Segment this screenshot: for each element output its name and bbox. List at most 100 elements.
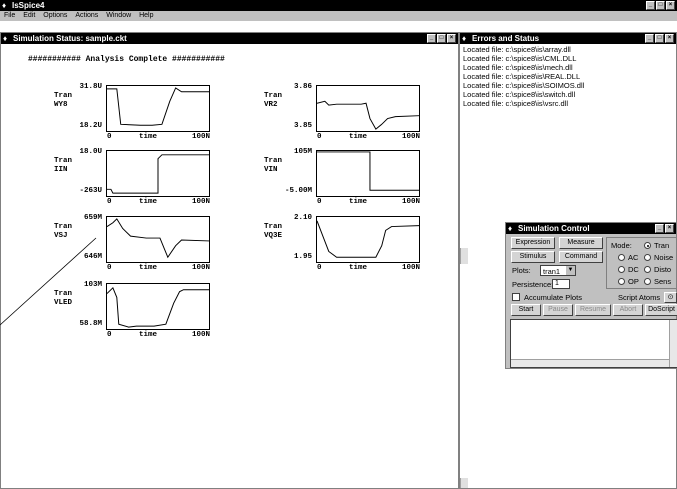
mode-radio-sens[interactable] [644,278,651,285]
plot-top-value: 105M [293,148,312,156]
menu-actions[interactable]: Actions [75,12,98,19]
scrollbar[interactable] [460,248,468,264]
plot-bottom-value: 58.8M [79,320,102,328]
pause-button[interactable]: Pause [543,304,573,316]
plot-bottom-value: 646M [83,253,102,261]
simulation-control-title-bar: ♦ Simulation Control _ × [506,223,676,234]
menu-options[interactable]: Options [43,12,67,19]
simulation-status-title-bar: ♦ Simulation Status: sample.ckt _ □ × [1,33,458,44]
plot-name-label: VR2 [264,101,278,109]
plot-top-value: 103M [83,281,102,289]
plots-label: Plots: [512,266,531,275]
plot-type-label: Tran [54,157,73,165]
mode-radio-disto[interactable] [644,266,651,273]
maximize-icon[interactable]: □ [655,34,664,43]
plot-x-end: 100N [192,264,211,272]
command-button[interactable]: Command [559,251,603,263]
mode-radio-ac[interactable] [618,254,625,261]
close-icon[interactable]: × [666,1,675,10]
simulation-status-title: Simulation Status: sample.ckt [13,34,127,43]
errors-status-title: Errors and Status [472,34,540,43]
waveform-vsj [106,218,210,259]
plot-vsj [106,216,210,263]
plot-x-end: 100N [192,198,211,206]
horizontal-scrollbar[interactable] [511,359,677,367]
accumulate-checkbox[interactable] [512,293,520,301]
plot-type-label: Tran [54,290,73,298]
close-icon[interactable]: × [447,34,456,43]
mode-label-dc: DC [628,265,639,274]
minimize-icon[interactable]: _ [655,224,664,233]
waveform-vin [317,151,419,191]
stimulus-button[interactable]: Stimulus [511,251,555,263]
plot-x-end: 100N [402,198,421,206]
window-icon: ♦ [508,224,513,233]
start-button[interactable]: Start [511,304,541,316]
chevron-down-icon[interactable]: ▼ [566,266,575,275]
plot-name-label: VLED [54,299,73,307]
mode-radio-noise[interactable] [644,254,651,261]
menu-help[interactable]: Help [139,12,153,19]
plots-select-value: tran1 [543,267,561,276]
close-icon[interactable]: × [665,34,674,43]
log-line: Located file: c:\spice8\is\mech.dll [463,63,573,72]
plot-top-value: 3.86 [293,83,312,91]
mode-label-sens: Sens [654,277,672,286]
plot-iin [106,150,210,197]
maximize-icon[interactable]: □ [656,1,665,10]
plot-x-label: time [349,198,368,206]
persistence-label: Persistence: [512,280,554,289]
menu-window[interactable]: Window [106,12,131,19]
waveform-vled [106,286,209,328]
plot-bottom-value: 1.95 [293,253,312,261]
plot-x-label: time [349,133,368,141]
script-atoms-button[interactable]: ⊙ [664,292,677,303]
plot-name-label: IIN [54,166,68,174]
simulation-control-window: ♦ Simulation Control _ × Expression Meas… [505,222,677,369]
mode-radio-dc[interactable] [618,266,625,273]
waveform-iin [107,154,209,194]
doscript-button[interactable]: DoScript [645,304,677,316]
persistence-input[interactable]: 1 [552,279,570,289]
mode-label-op: OP [628,277,639,286]
log-line: Located file: c:\spice8\is\REAL.DLL [463,72,581,81]
scrollbar[interactable] [460,478,468,488]
vertical-scrollbar[interactable] [669,320,677,367]
log-line: Located file: c:\spice8\is\switch.dll [463,90,576,99]
minimize-icon[interactable]: _ [646,1,655,10]
expression-button[interactable]: Expression [511,237,555,249]
plot-x-label: time [139,198,158,206]
waveform-svg [107,154,209,194]
minimize-icon[interactable]: _ [645,34,654,43]
plot-x-label: time [139,264,158,272]
measure-button[interactable]: Measure [559,237,603,249]
plot-type-label: Tran [264,92,283,100]
maximize-icon[interactable]: □ [437,34,446,43]
script-atoms-label: Script Atoms [618,293,661,302]
plot-x-end: 100N [402,133,421,141]
menu-edit[interactable]: Edit [23,12,35,19]
plot-top-value: 2.10 [293,214,312,222]
mode-label-noise: Noise [654,253,674,262]
close-icon[interactable]: × [665,224,674,233]
plot-x-start: 0 [107,331,112,339]
menu-file[interactable]: File [4,12,15,19]
mode-radio-op[interactable] [618,278,625,285]
window-icon: ♦ [462,34,467,43]
menu-bar: File Edit Options Actions Window Help [0,11,677,21]
plot-type-label: Tran [54,223,73,231]
plot-x-start: 0 [317,133,322,141]
plots-select[interactable]: tran1 ▼ [540,265,576,276]
plot-type-label: Tran [264,157,283,165]
minimize-icon[interactable]: _ [427,34,436,43]
plot-x-start: 0 [107,133,112,141]
analysis-status: ########### Analysis Complete ##########… [28,55,225,64]
resume-button[interactable]: Resume [575,304,611,316]
plot-x-end: 100N [192,331,211,339]
abort-button[interactable]: Abort [613,304,643,316]
mode-radio-tran[interactable] [644,242,651,249]
plot-x-end: 100N [192,133,211,141]
script-text-area[interactable] [510,319,677,368]
script-icon: ⊙ [667,294,674,301]
waveform-svg [316,220,420,258]
